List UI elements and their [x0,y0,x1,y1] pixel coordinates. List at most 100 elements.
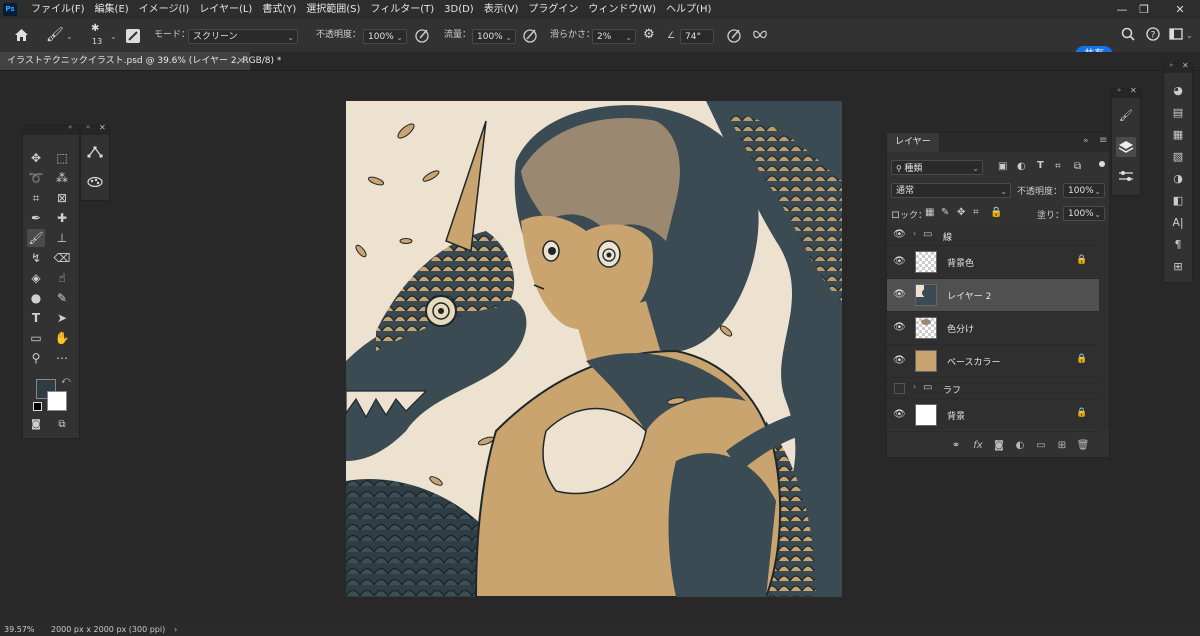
menu-plugins[interactable]: プラグイン [523,0,583,19]
brush-picker-chevron-icon[interactable]: ⌄ [110,32,117,41]
eraser-tool-icon[interactable]: ⌫ [53,249,71,267]
new-layer-icon[interactable]: ⊞ [1055,440,1069,451]
dock-header[interactable]: » ✕ [1164,61,1192,73]
menu-edit[interactable]: 編集(E) [90,0,134,19]
visibility-off-box[interactable] [894,383,905,394]
close-icon[interactable]: ✕ [1130,86,1137,95]
layer-row-background-color[interactable]: 👁 背景色 🔒 [887,246,1099,279]
layer-opacity-field[interactable]: 100% ⌄ [1063,183,1105,198]
type-tool-icon[interactable]: T [27,309,45,327]
layer-row-color-separation[interactable]: 👁 色分け [887,312,1099,345]
adjustments-panel-icon[interactable]: ◑ [1169,170,1187,188]
paint-bucket-tool-icon[interactable]: ◈ [27,269,45,287]
pressure-size-icon[interactable] [726,27,742,47]
lock-artboard-icon[interactable]: ⌗ [973,207,979,218]
pressure-opacity-icon[interactable] [414,27,430,47]
tab-layers[interactable]: レイヤー [887,133,939,152]
home-icon[interactable] [14,28,29,46]
magic-wand-tool-icon[interactable]: ⁂ [53,169,71,187]
angle-field[interactable]: 74° [680,29,714,44]
workspace-icon[interactable] [1169,27,1183,45]
new-group-icon[interactable]: ▭ [1034,440,1048,451]
smudge-tool-icon[interactable]: ☝ [53,269,71,287]
chevron-right-icon[interactable]: › [913,229,916,238]
pen-tool-icon[interactable]: ✎ [53,289,71,307]
eyedropper-tool-icon[interactable]: ✒ [27,209,45,227]
close-window-button[interactable]: ✕ [1170,2,1190,17]
close-icon[interactable]: ✕ [99,123,106,132]
search-icon[interactable] [1121,27,1135,45]
airbrush-icon[interactable] [522,27,538,47]
rectangle-tool-icon[interactable]: ▭ [27,329,45,347]
layer-row-group-lines[interactable]: 👁 › ▭ 線 [887,225,1099,246]
hand-tool-icon[interactable]: ✋ [53,329,71,347]
layer-row-base-color[interactable]: 👁 ベースカラー 🔒 [887,345,1099,378]
menu-window[interactable]: ウィンドウ(W) [583,0,661,19]
filter-toggle-icon[interactable] [1099,161,1105,167]
chevron-right-icon[interactable]: › [913,382,916,391]
collapse-icon[interactable]: » [1169,61,1173,69]
lasso-tool-icon[interactable]: ➰ [27,169,45,187]
libraries-panel-icon[interactable]: ▧ [1169,148,1187,166]
add-mask-icon[interactable]: ◙ [992,440,1006,451]
dock-header[interactable]: » ✕ [1112,86,1140,98]
opacity-field[interactable]: 100% ⌄ [363,29,407,44]
collapse-icon[interactable]: « [68,123,72,131]
layers-panel-icon[interactable] [1116,137,1136,157]
lock-all-icon[interactable]: 🔒 [990,207,1002,218]
adjustment-layer-icon[interactable]: ◐ [1013,440,1027,451]
frame-tool-icon[interactable]: ⊠ [53,189,71,207]
close-icon[interactable]: ✕ [1182,61,1189,70]
document-canvas[interactable] [346,101,842,597]
gradients-panel-icon[interactable]: ▤ [1169,104,1187,122]
crop-tool-icon[interactable]: ⌗ [27,189,45,207]
dodge-tool-icon[interactable]: ● [27,289,45,307]
smoothing-field[interactable]: 2% ⌄ [592,29,636,44]
restore-button[interactable]: ❐ [1134,2,1154,17]
collapse-icon[interactable]: » [1117,86,1121,94]
dock-header[interactable]: » ✕ [81,123,109,135]
swap-colors-icon[interactable]: ⤺ [61,376,71,386]
filter-adjustment-icon[interactable]: ◐ [1017,161,1026,172]
visibility-eye-icon[interactable]: 👁 [893,355,906,366]
layer-row-layer-2[interactable]: 👁 レイヤー 2 [887,279,1099,312]
menu-view[interactable]: 表示(V) [479,0,524,19]
color-panel-icon[interactable]: ◕ [1169,82,1187,100]
zoom-level[interactable]: 39.57% [4,623,35,636]
brush-tool-icon[interactable]: 🖌 [27,229,45,247]
quick-mask-icon[interactable]: ◙ [27,416,45,434]
menu-3d[interactable]: 3D(D) [439,0,479,19]
fill-field[interactable]: 100% ⌄ [1063,206,1105,221]
minimize-button[interactable]: — [1112,2,1132,17]
layer-style-fx-icon[interactable]: fx [971,440,985,451]
path-selection-tool-icon[interactable]: ➤ [53,309,71,327]
paths-panel-icon[interactable] [86,145,104,163]
brush-tool-icon[interactable]: 🖌 [46,27,64,43]
channels-panel-icon[interactable]: ◧ [1169,192,1187,210]
smoothing-options-gear-icon[interactable]: ⚙ [643,27,655,42]
panel-menu-icon[interactable]: ≡ [1099,135,1107,146]
brush-settings-panel-icon[interactable] [86,174,104,192]
screen-mode-icon[interactable]: ⧉ [53,416,71,434]
menu-image[interactable]: イメージ(I) [134,0,195,19]
history-brush-tool-icon[interactable]: ↯ [27,249,45,267]
lock-image-icon[interactable]: ✎ [941,207,949,218]
close-tab-icon[interactable]: × [237,52,245,70]
visibility-eye-icon[interactable]: 👁 [893,322,906,333]
document-tab[interactable]: イラストテクニックイラスト.psd @ 39.6% (レイヤー 2, RGB/8… [0,52,281,70]
status-menu-arrow-icon[interactable]: › [174,623,177,636]
more-tools-icon[interactable]: ⋯ [53,349,71,367]
symmetry-butterfly-icon[interactable] [752,27,768,47]
link-layers-icon[interactable]: ⚭ [949,440,963,451]
zoom-tool-icon[interactable]: ⚲ [27,349,45,367]
toolbox-header[interactable]: « [23,123,79,135]
default-colors-icon[interactable] [33,402,42,411]
paragraph-panel-icon[interactable]: ¶ [1169,236,1187,254]
background-color-swatch[interactable] [47,391,67,411]
marquee-tool-icon[interactable]: ⬚ [53,149,71,167]
blend-mode-select[interactable]: 通常 ⌄ [891,183,1011,198]
workspace-chevron-icon[interactable]: ⌄ [1186,31,1193,40]
filter-shape-icon[interactable]: ⌗ [1055,161,1061,172]
collapse-icon[interactable]: » [1083,136,1089,146]
menu-filter[interactable]: フィルター(T) [365,0,439,19]
